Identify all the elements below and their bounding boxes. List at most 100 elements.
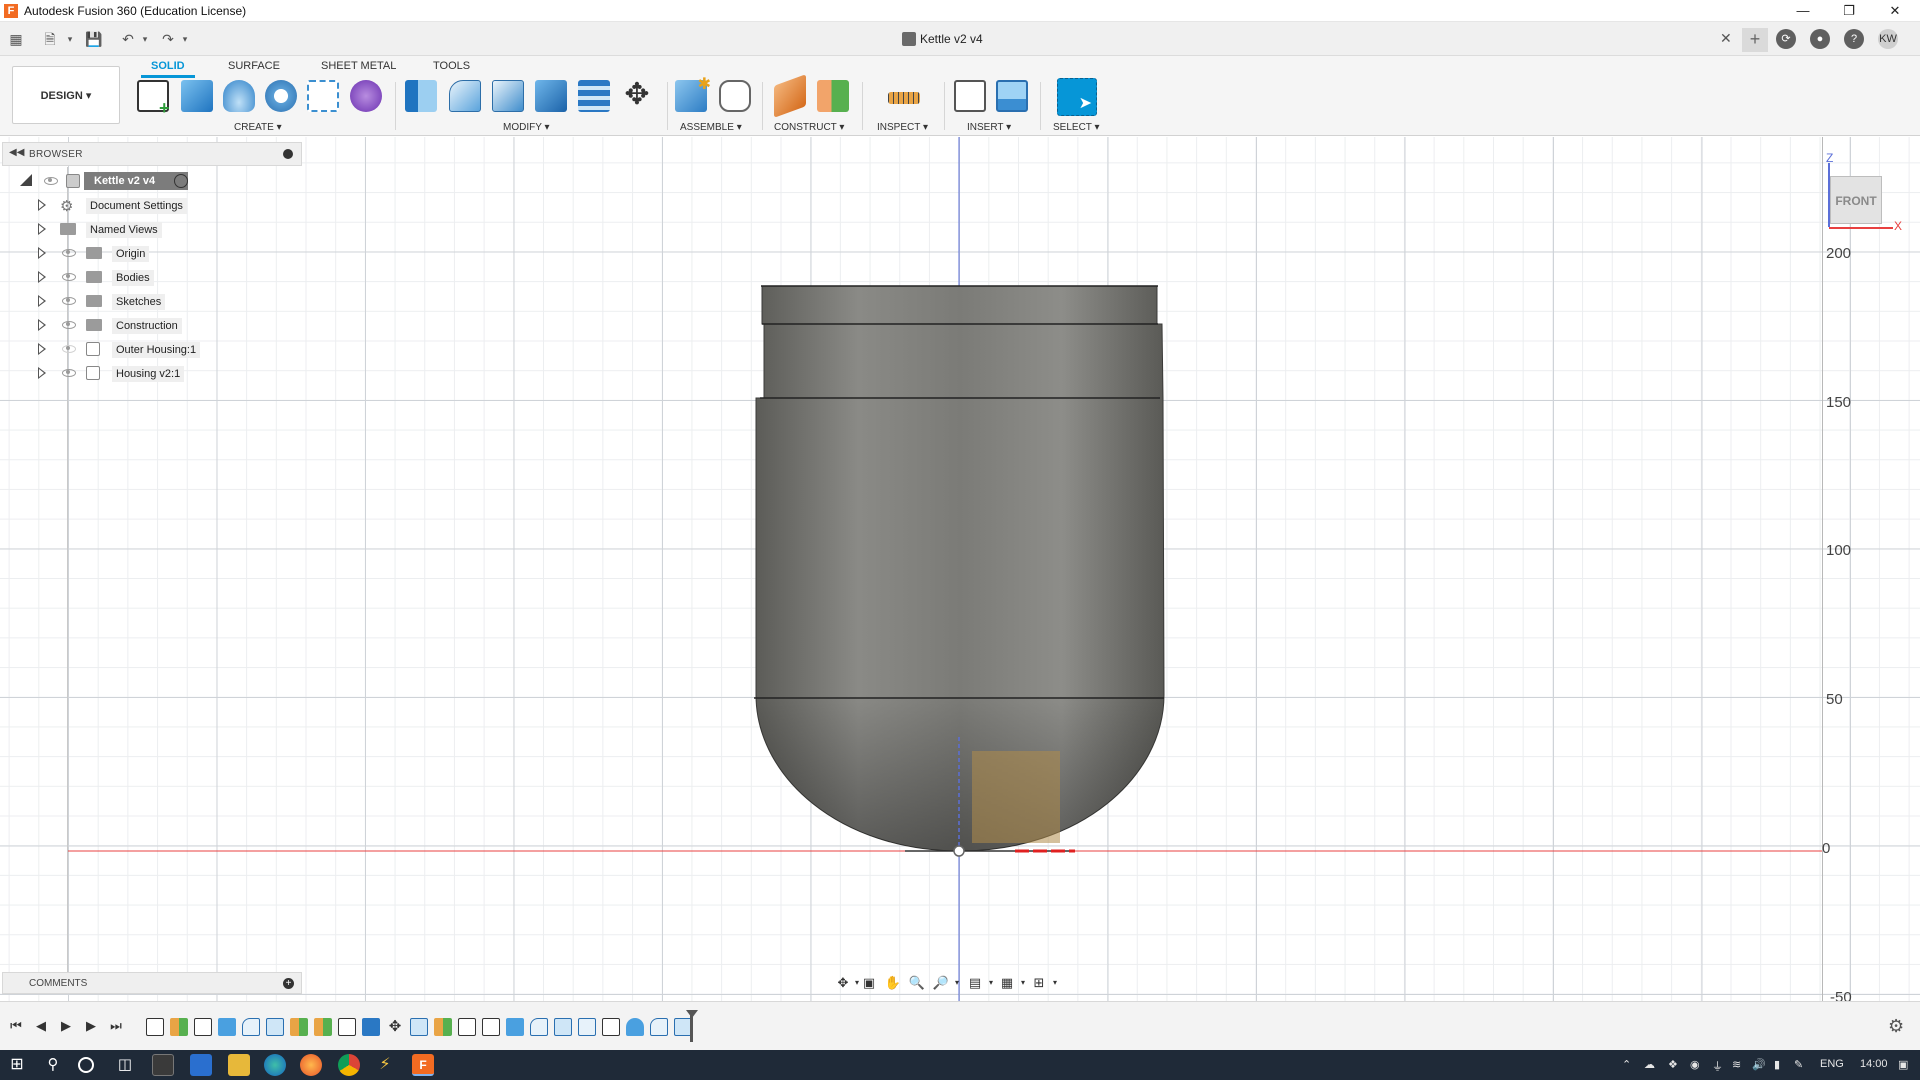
model-canvas[interactable] (0, 137, 1920, 1001)
browser-item-origin[interactable]: Origin (38, 243, 238, 263)
app-icon[interactable]: ⚡ (374, 1054, 396, 1076)
add-comment-icon[interactable]: + (283, 978, 294, 989)
timeline-sketch-icon[interactable] (194, 1018, 212, 1036)
language-indicator[interactable]: ENG (1820, 1058, 1844, 1070)
redo-dropdown-chevron-icon[interactable]: ▾ (175, 30, 195, 48)
viewcube-front-face[interactable]: FRONT (1830, 176, 1882, 224)
timeline-shell-icon[interactable] (554, 1018, 572, 1036)
battery-icon[interactable]: ▮ (1774, 1058, 1780, 1071)
hole-icon[interactable] (265, 80, 297, 112)
timeline-shell-icon[interactable] (266, 1018, 284, 1036)
job-status-icon[interactable]: ⟳ (1776, 29, 1796, 49)
grid-menu-icon[interactable]: ▦ (6, 30, 26, 48)
browser-item-bodies[interactable]: Bodies (38, 267, 238, 287)
insert-derive-icon[interactable] (954, 80, 986, 112)
chrome-icon[interactable] (338, 1054, 360, 1076)
browser-item-named-views[interactable]: Named Views (38, 219, 238, 239)
notification-center-icon[interactable]: ▣ (1898, 1058, 1908, 1071)
file-icon[interactable]: 🗎 (40, 30, 60, 48)
close-icon[interactable]: ✕ (1872, 0, 1918, 22)
canvas-viewport[interactable]: 200 150 100 50 0 -50 FRONT Z X (0, 137, 1920, 1001)
offset-plane-icon[interactable] (774, 74, 806, 118)
clock[interactable]: 14:00 (1860, 1058, 1888, 1070)
shell-icon[interactable] (492, 80, 524, 112)
close-tab-icon[interactable]: ✕ (1720, 30, 1732, 47)
store-icon[interactable] (152, 1054, 174, 1076)
expand-triangle-icon[interactable] (38, 199, 46, 211)
pan-icon[interactable]: ✋ (884, 975, 902, 991)
new-tab-icon[interactable]: + (1742, 28, 1768, 52)
minimize-icon[interactable]: — (1780, 0, 1826, 22)
wifi-icon[interactable]: ≋ (1732, 1058, 1741, 1071)
step-back-icon[interactable]: ◀ (33, 1018, 49, 1034)
viewports-dropdown-chevron-icon[interactable]: ▾ (1046, 975, 1064, 991)
browser-root-row[interactable]: Kettle v2 v4 (20, 171, 220, 191)
timeline-sketch-icon[interactable] (482, 1018, 500, 1036)
press-pull-icon[interactable] (405, 80, 437, 112)
tab-tools[interactable]: TOOLS (433, 60, 470, 72)
timeline-sketch-icon[interactable] (458, 1018, 476, 1036)
cortana-icon[interactable] (78, 1057, 94, 1073)
inspect-menu[interactable]: INSPECT ▾ (877, 122, 928, 133)
new-component-icon[interactable]: ✱ (675, 76, 711, 112)
tab-sheet-metal[interactable]: SHEET METAL (321, 60, 396, 72)
select-menu[interactable]: SELECT ▾ (1053, 122, 1100, 133)
expanded-triangle-icon[interactable] (20, 174, 32, 186)
file-explorer-icon[interactable] (228, 1054, 250, 1076)
timeline-revolve-icon[interactable] (506, 1018, 524, 1036)
workspace-switcher-button[interactable]: DESIGN ▾ (12, 66, 120, 124)
visibility-eye-icon[interactable] (62, 273, 76, 281)
expand-triangle-icon[interactable] (38, 295, 46, 307)
revolve-icon[interactable] (223, 80, 255, 112)
timeline-shell-icon[interactable] (578, 1018, 596, 1036)
timeline-fillet-icon[interactable] (530, 1018, 548, 1036)
insert-canvas-icon[interactable] (996, 80, 1028, 112)
tab-solid[interactable]: SOLID (141, 60, 195, 78)
timeline-fillet-icon[interactable] (650, 1018, 668, 1036)
user-avatar[interactable]: KW (1878, 29, 1898, 49)
pen-icon[interactable]: ✎ (1794, 1058, 1803, 1071)
mail-icon[interactable] (190, 1054, 212, 1076)
go-to-start-icon[interactable]: ⏮ (8, 1018, 24, 1034)
timeline-plane-icon[interactable] (434, 1018, 452, 1036)
construct-menu[interactable]: CONSTRUCT ▾ (774, 122, 844, 133)
timeline-plane-icon[interactable] (290, 1018, 308, 1036)
browser-options-icon[interactable] (283, 149, 293, 159)
file-dropdown-chevron-icon[interactable]: ▾ (60, 30, 80, 48)
modify-menu[interactable]: MODIFY ▾ (503, 122, 550, 133)
timeline-sketch-icon[interactable] (146, 1018, 164, 1036)
expand-triangle-icon[interactable] (38, 271, 46, 283)
visibility-eye-icon[interactable] (62, 249, 76, 257)
steam-icon[interactable]: ◉ (1690, 1058, 1700, 1071)
notifications-icon[interactable]: ● (1810, 29, 1830, 49)
create-sketch-icon[interactable]: + (137, 80, 170, 117)
create-menu[interactable]: CREATE ▾ (234, 122, 282, 133)
timeline-marker-head-icon[interactable] (686, 1010, 698, 1018)
zoom-icon[interactable]: 🔍 (908, 975, 926, 991)
joint-icon[interactable] (719, 80, 751, 112)
undo-dropdown-chevron-icon[interactable]: ▾ (135, 30, 155, 48)
task-view-icon[interactable]: ◫ (114, 1054, 136, 1076)
visibility-eye-icon[interactable] (62, 369, 76, 377)
collapse-browser-icon[interactable]: ◀◀ (9, 147, 24, 158)
activate-radio-icon[interactable] (174, 174, 188, 188)
move-copy-icon[interactable]: ✥ (621, 80, 653, 112)
timeline-sketch-icon[interactable] (338, 1018, 356, 1036)
step-forward-icon[interactable]: ▶ (83, 1018, 99, 1034)
dropbox-icon[interactable]: ❖ (1668, 1058, 1678, 1071)
measure-icon[interactable] (888, 92, 920, 104)
select-icon[interactable]: ➤ (1057, 78, 1097, 116)
timeline-plane-icon[interactable] (170, 1018, 188, 1036)
volume-icon[interactable]: 🔊 (1752, 1058, 1766, 1071)
browser-item-construction[interactable]: Construction (38, 315, 238, 335)
fit-dropdown-chevron-icon[interactable]: ▾ (948, 975, 966, 991)
help-icon[interactable]: ? (1844, 29, 1864, 49)
firefox-icon[interactable] (300, 1054, 322, 1076)
visibility-eye-icon[interactable] (62, 321, 76, 329)
save-icon[interactable]: 💾 (84, 30, 104, 48)
windows-start-icon[interactable]: ⊞ (6, 1054, 28, 1076)
browser-item-housing-v2[interactable]: Housing v2:1 (38, 363, 238, 383)
hidden-eye-icon[interactable] (62, 345, 76, 353)
browser-item-sketches[interactable]: Sketches (38, 291, 238, 311)
timeline-settings-gear-icon[interactable]: ⚙ (1888, 1016, 1904, 1037)
